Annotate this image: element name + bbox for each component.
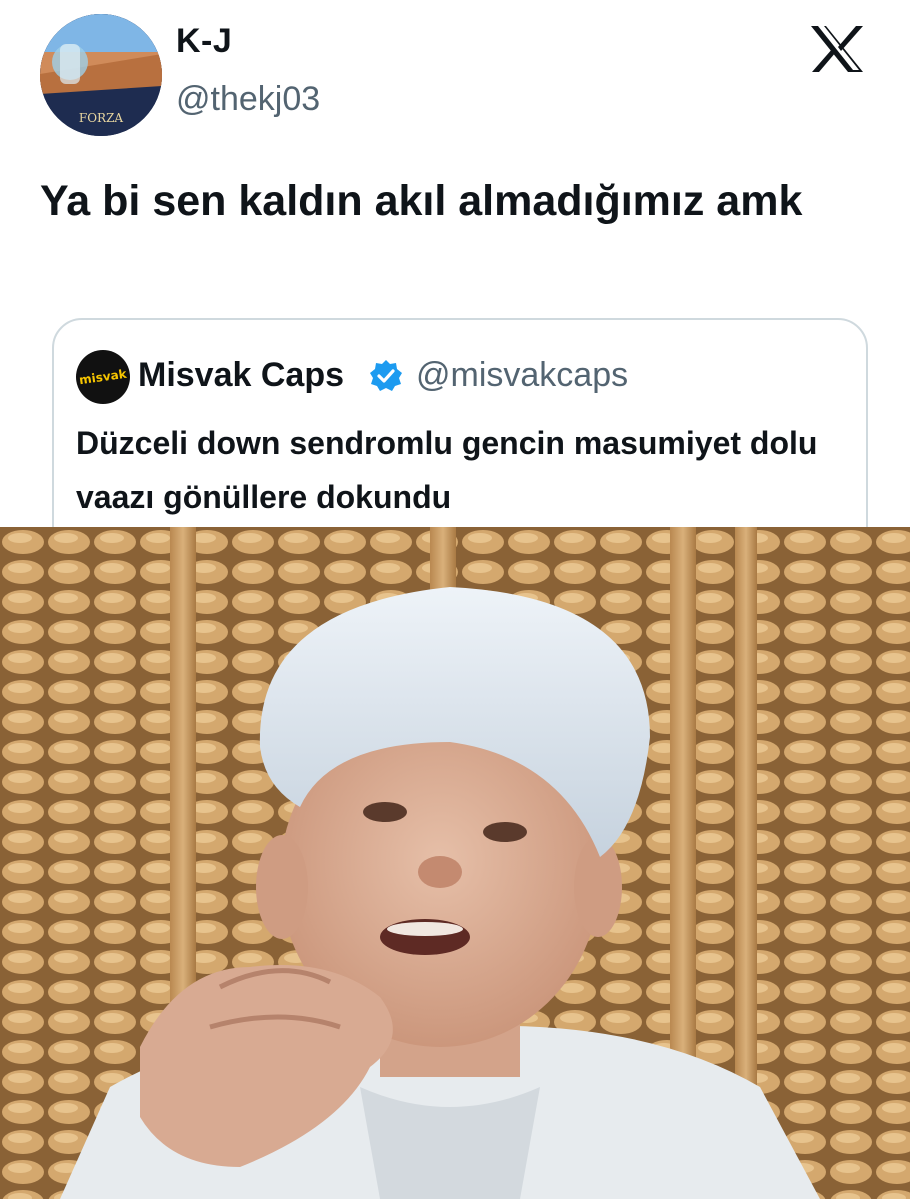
media-photo xyxy=(0,527,910,1199)
author-display-name[interactable]: K-J xyxy=(176,22,232,61)
author-handle[interactable]: @thekj03 xyxy=(176,80,320,119)
x-logo-icon xyxy=(811,26,863,72)
quoted-handle[interactable]: @misvakcaps xyxy=(416,356,628,395)
verified-badge-icon xyxy=(370,360,402,391)
avatar-brand-text: FORZA xyxy=(79,111,124,125)
tweet-text: Ya bi sen kaldın akıl almadığımız amk xyxy=(40,177,803,225)
quoted-display-name[interactable]: Misvak Caps xyxy=(138,356,344,395)
author-avatar[interactable]: FORZA xyxy=(40,14,162,136)
quoted-avatar[interactable]: misvak xyxy=(76,350,130,404)
quoted-text: Düzceli down sendromlu gencin masumiyet … xyxy=(76,425,818,515)
author-avatar-image: FORZA xyxy=(40,14,162,136)
quoted-avatar-text: misvak xyxy=(78,366,128,388)
quoted-media-image[interactable] xyxy=(0,527,910,1199)
tweet-card: FORZA K-J @thekj03 Ya bi sen kaldın akıl… xyxy=(0,0,910,1199)
